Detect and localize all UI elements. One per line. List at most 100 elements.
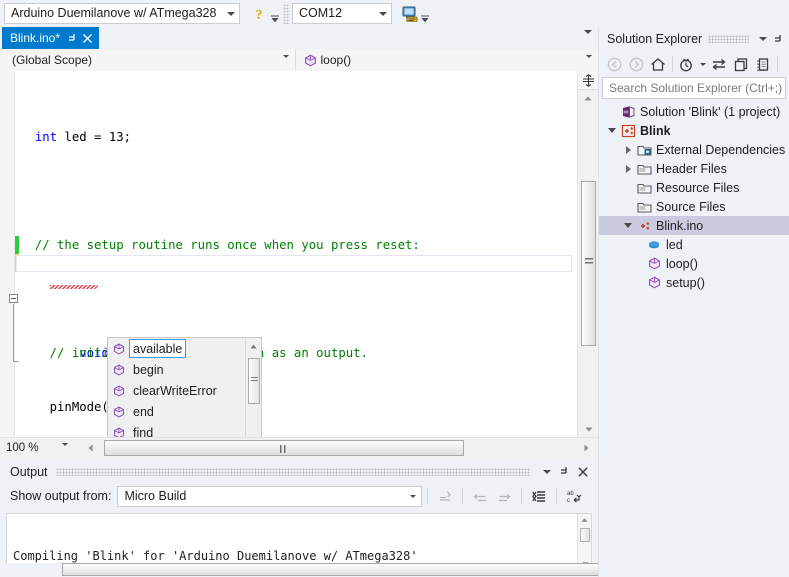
tree-node-source-files[interactable]: Source Files — [599, 197, 789, 216]
intellisense-item-0[interactable]: available — [108, 338, 247, 359]
search-input[interactable]: Search Solution Explorer (Ctrl+;) — [602, 77, 786, 99]
solution-explorer-panel: Solution Explorer — [598, 27, 789, 577]
scroll-up-icon[interactable] — [578, 90, 598, 106]
fold-collapse-icon[interactable] — [9, 294, 18, 303]
output-source-value: Micro Build — [118, 487, 190, 506]
pin-icon[interactable] — [556, 463, 574, 481]
chevron-down-icon-member[interactable] — [586, 58, 592, 72]
svg-text:∞: ∞ — [623, 109, 628, 116]
tree-node-loop[interactable]: loop() — [599, 254, 789, 273]
tree-node-solution[interactable]: ∞ Solution 'Blink' (1 project) — [599, 102, 789, 121]
tree-node-blink-project[interactable]: Blink — [599, 121, 789, 140]
tab-blink-ino[interactable]: Blink.ino* — [2, 27, 99, 49]
intellisense-item-1[interactable]: begin — [108, 359, 247, 380]
editor-indicator-margin[interactable] — [0, 71, 15, 437]
tree-node-setup[interactable]: setup() — [599, 273, 789, 292]
code-line-3: // the setup routine runs once when you … — [20, 236, 590, 254]
scroll-down-icon[interactable] — [578, 421, 599, 437]
intellisense-popup[interactable]: available begin clearWriteError — [107, 337, 262, 437]
tab-label: Blink.ino* — [10, 31, 60, 45]
scroll-up-icon[interactable] — [246, 338, 261, 354]
editor-vertical-scrollbar[interactable] — [577, 71, 598, 437]
port-selector-value: COM12 — [293, 4, 346, 23]
output-vertical-scrollbar[interactable] — [577, 514, 591, 570]
tree-node-label: Header Files — [653, 162, 727, 176]
output-scroll-thumb[interactable] — [580, 528, 590, 542]
zoom-level-value: 100 % — [6, 442, 39, 454]
tree-expander-open[interactable] — [621, 216, 635, 235]
code-line-2 — [20, 182, 590, 200]
toggle-word-wrap-icon[interactable]: ab c — [562, 485, 586, 507]
solution-tree[interactable]: ∞ Solution 'Blink' (1 project) Blink — [599, 99, 789, 292]
chevron-down-icon[interactable] — [375, 4, 391, 23]
toolbar-grip[interactable] — [283, 4, 290, 24]
chevron-down-icon[interactable] — [223, 4, 239, 23]
sync-with-active-document-icon[interactable] — [708, 53, 730, 75]
pin-icon[interactable] — [771, 30, 787, 48]
pin-icon[interactable] — [66, 30, 80, 46]
tree-node-label: Solution 'Blink' (1 project) — [637, 105, 780, 119]
go-to-message-icon[interactable] — [433, 485, 457, 507]
tree-node-blink-ino[interactable]: Blink.ino — [599, 216, 789, 235]
previous-message-icon[interactable] — [468, 485, 492, 507]
split-view-icon[interactable] — [578, 71, 598, 90]
toolbar-overflow-icon[interactable] — [270, 1, 281, 26]
dropdown-icon[interactable] — [538, 463, 556, 481]
tree-node-external-dependencies[interactable]: External Dependencies — [599, 140, 789, 159]
editor-horizontal-scrollbar[interactable] — [82, 439, 594, 457]
output-drag-handle[interactable] — [56, 468, 530, 476]
chevron-down-icon[interactable] — [283, 58, 289, 72]
chevron-down-icon[interactable] — [698, 53, 708, 75]
next-message-icon[interactable] — [492, 485, 516, 507]
chevron-down-icon[interactable] — [62, 446, 68, 458]
back-icon[interactable] — [603, 53, 625, 75]
clear-all-icon[interactable] — [527, 485, 551, 507]
intellisense-item-2[interactable]: clearWriteError — [108, 380, 247, 401]
chevron-down-icon[interactable] — [405, 487, 421, 506]
zoom-level-selector[interactable]: 100 % — [0, 438, 80, 458]
scroll-right-icon[interactable] — [578, 439, 594, 457]
show-all-files-icon[interactable] — [752, 53, 774, 75]
forward-icon[interactable] — [625, 53, 647, 75]
hscroll-track[interactable] — [98, 440, 594, 456]
intellisense-scroll-thumb[interactable] — [248, 358, 260, 404]
serial-monitor-icon[interactable] — [398, 3, 420, 25]
close-icon[interactable] — [80, 30, 94, 46]
member-selector[interactable]: loop() — [296, 49, 599, 71]
intellisense-list[interactable]: available begin clearWriteError — [108, 338, 247, 437]
cpp-project-icon — [619, 121, 637, 140]
code-editor[interactable]: int led = 13; // the setup routine runs … — [0, 71, 598, 437]
port-selector[interactable]: COM12 — [292, 3, 392, 24]
tree-node-led[interactable]: led — [599, 235, 789, 254]
method-icon — [304, 54, 317, 67]
refresh-icon[interactable] — [730, 53, 752, 75]
tab-list-dropdown-icon[interactable] — [584, 34, 592, 48]
board-selector[interactable]: Arduino Duemilanove w/ ATmega328 — [4, 3, 240, 24]
close-icon[interactable] — [574, 463, 592, 481]
intellisense-scrollbar[interactable] — [245, 338, 261, 437]
scope-selector[interactable]: (Global Scope) — [0, 49, 296, 71]
pending-changes-icon[interactable] — [676, 53, 698, 75]
intellisense-item-4[interactable]: find — [108, 422, 247, 437]
tree-node-resource-files[interactable]: Resource Files — [599, 178, 789, 197]
toolbar-overflow-icon-2[interactable] — [420, 1, 431, 26]
tree-expander-open[interactable] — [605, 121, 619, 140]
board-selector-value: Arduino Duemilanove w/ ATmega328 — [5, 4, 220, 23]
panel-drag-handle[interactable] — [708, 35, 749, 43]
editor-scroll-thumb[interactable] — [581, 181, 596, 346]
intellisense-item-3[interactable]: end — [108, 401, 247, 422]
code-text[interactable]: int led = 13; // the setup routine runs … — [20, 74, 590, 437]
dropdown-icon[interactable] — [755, 30, 771, 48]
scope-selector-value: (Global Scope) — [0, 53, 92, 67]
tree-node-header-files[interactable]: Header Files — [599, 159, 789, 178]
output-hscroll-thumb[interactable] — [62, 563, 626, 576]
home-icon[interactable] — [647, 53, 669, 75]
output-horizontal-scrollbar[interactable] — [6, 563, 592, 577]
tree-expander-closed[interactable] — [621, 140, 635, 159]
question-mark-icon[interactable]: ? — [248, 3, 270, 25]
output-source-selector[interactable]: Micro Build — [117, 486, 422, 507]
scroll-up-icon[interactable] — [578, 514, 591, 526]
scroll-left-icon[interactable] — [82, 439, 98, 457]
tree-expander-closed[interactable] — [621, 159, 635, 178]
hscroll-thumb[interactable] — [104, 440, 464, 456]
